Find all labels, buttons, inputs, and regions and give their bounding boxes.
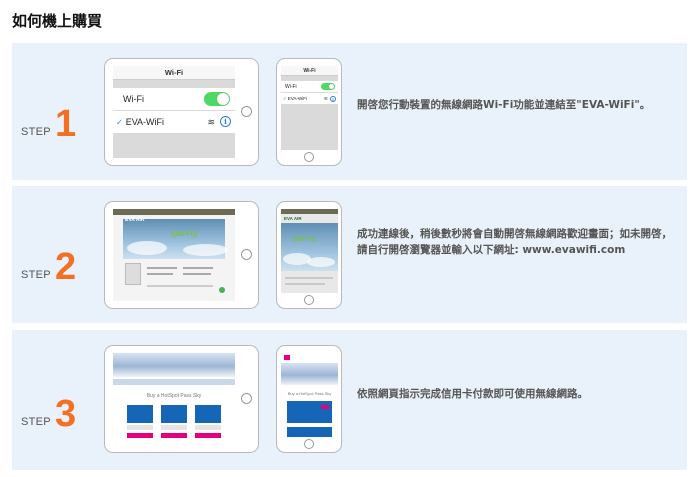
check-icon: ✓ [116, 117, 123, 127]
wifi-label: Wi-Fi [285, 83, 297, 90]
step-3-description: 依照網頁指示完成信用卡付款即可使用無線網路。 [357, 388, 588, 400]
wifi-signal-icon: ≋ [323, 95, 328, 102]
step-word: STEP [21, 416, 51, 428]
purchase-title: Buy a HotSpot Pass Sky [287, 391, 332, 396]
step-number: 1 [54, 103, 77, 145]
plan-card [127, 405, 153, 423]
purchase-title: Buy a HotSpot Pass Sky [146, 393, 202, 399]
step-word: STEP [21, 269, 51, 281]
home-button-icon [241, 249, 252, 260]
home-button-icon [304, 152, 314, 162]
wifi-settings-screen: Wi-Fi Wi-Fi ✓ EVA-WiFi ≋ i [281, 66, 338, 150]
menu-icon [284, 355, 290, 360]
eva-air-logo: EVA AIR [125, 217, 145, 223]
check-icon: ✓ [283, 95, 287, 101]
step-1-label: STEP 1 [21, 103, 77, 145]
buy-button [127, 433, 153, 438]
wifi-logo-icon: ((Wi-Fi)) [293, 237, 316, 243]
network-name: EVA-WiFi [125, 117, 165, 127]
wifi-settings-screen: Wi-Fi Wi-Fi ✓ EVA-WiFi ≋ i [113, 66, 235, 158]
wifi-network-row: ✓ EVA-WiFi ≋ i [281, 93, 338, 104]
home-button-icon [304, 295, 314, 305]
step-3-panel: STEP 3 Buy a HotSpot Pass Sky Buy a HotS… [12, 330, 687, 470]
step-2-panel: STEP 2 ((Wi-Fi)) EVA AIR EVA AIR ((Wi-Fi… [12, 186, 687, 323]
step-number: 3 [54, 393, 77, 435]
step-1-panel: STEP 1 Wi-Fi Wi-Fi ✓ EVA-WiFi ≋ i Wi-Fi … [12, 43, 687, 180]
info-icon: i [220, 116, 231, 127]
page-title: 如何機上購買 [12, 12, 103, 30]
home-button-icon [241, 393, 252, 404]
wifi-label: Wi-Fi [123, 94, 144, 104]
home-button-icon [241, 106, 252, 117]
wifi-logo-icon: ((Wi-Fi)) [171, 231, 198, 238]
wifi-settings-header: Wi-Fi [113, 66, 235, 80]
plan-card [195, 405, 221, 423]
purchase-page-screen: Buy a HotSpot Pass Sky [113, 353, 235, 445]
network-name: EVA-WiFi [287, 96, 307, 101]
phone-mockup: EVA AIR ((Wi-Fi)) [276, 201, 342, 309]
step-3-label: STEP 3 [21, 393, 77, 435]
tablet-mockup: ((Wi-Fi)) EVA AIR [104, 201, 259, 309]
wifi-toggle [204, 92, 230, 106]
wifi-toggle-row: Wi-Fi [281, 81, 338, 92]
buy-button [195, 433, 221, 438]
plan-card [161, 405, 187, 423]
tablet-mockup: Wi-Fi Wi-Fi ✓ EVA-WiFi ≋ i [104, 58, 259, 166]
home-button-icon [304, 439, 314, 449]
tablet-mockup: Buy a HotSpot Pass Sky [104, 345, 259, 453]
welcome-portal-screen: EVA AIR ((Wi-Fi)) [281, 209, 338, 293]
buy-button [161, 433, 187, 438]
wifi-signal-icon: ≋ [207, 116, 215, 127]
step-word: STEP [21, 126, 51, 138]
wifi-settings-header: Wi-Fi [281, 66, 338, 76]
plan-card [287, 427, 332, 437]
welcome-portal-screen: ((Wi-Fi)) EVA AIR [113, 209, 235, 301]
step-2-label: STEP 2 [21, 246, 77, 288]
step-1-description: 開啓您行動裝置的無線網路Wi-Fi功能並連結至"EVA-WiFi"。 [357, 99, 651, 111]
step-2-description: 成功連線後，稍後數秒將會自動開啓無線網路歡迎畫面；如未開啓，請自行開啓瀏覽器並輸… [357, 228, 672, 256]
phone-mockup: Wi-Fi Wi-Fi ✓ EVA-WiFi ≋ i [276, 58, 342, 166]
purchase-page-screen: Buy a HotSpot Pass Sky [281, 353, 338, 437]
phone-mockup: Buy a HotSpot Pass Sky [276, 345, 342, 453]
wifi-toggle [321, 83, 335, 90]
eva-air-logo: EVA AIR [284, 216, 302, 221]
wifi-toggle-row: Wi-Fi [113, 88, 235, 110]
wifi-network-row: ✓ EVA-WiFi ≋ i [113, 111, 235, 133]
step-number: 2 [54, 246, 77, 288]
info-icon: i [330, 96, 336, 102]
